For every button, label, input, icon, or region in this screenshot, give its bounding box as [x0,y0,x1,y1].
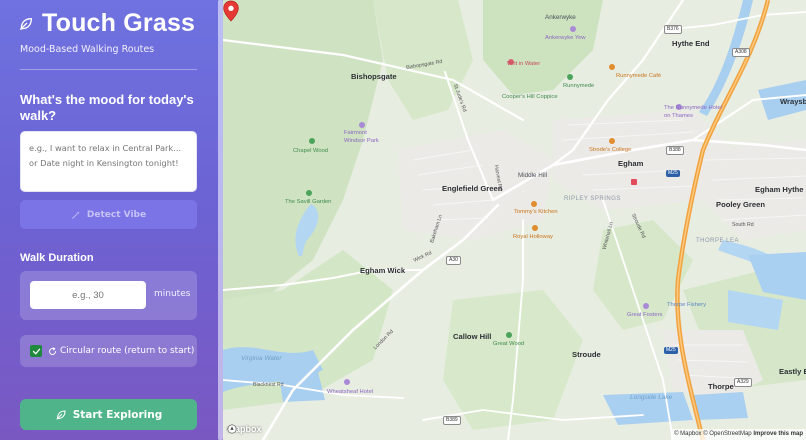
mood-input[interactable] [20,131,197,192]
road-shield: M25 [664,347,678,354]
attribution-text: © Mapbox © OpenStreetMap [674,431,752,437]
town-label: Eastly End [779,367,806,376]
road-shield: M25 [666,170,680,177]
improve-map-link[interactable]: Improve this map [753,431,803,437]
town-label: Egham Hythe [755,185,804,194]
poi-label: Wheatsheaf Hotel [327,389,374,395]
mapbox-logo[interactable]: mapbox [227,424,262,434]
tagline: Mood-Based Walking Routes [20,44,155,55]
circular-route-label: Circular route (return to start) [60,346,195,356]
area-label: Ankerwyke [545,14,576,21]
leaf-icon [20,17,32,30]
duration-input[interactable] [30,281,146,309]
town-label: Callow Hill [453,332,492,341]
poi-label: Thorpe Fishery [667,302,706,308]
road-shield: A329 [734,378,752,387]
poi-label: Runnymede [563,83,595,89]
town-label: Egham [618,159,644,168]
poi-label: Chapel Wood [293,148,329,154]
sparkle-icon [72,210,80,219]
circular-route-checkbox[interactable] [30,345,42,357]
poi-label: Great Wood [493,341,525,347]
town-label: Hythe End [672,39,710,48]
town-label: Bishopsgate [351,72,397,81]
town-label: Pooley Green [716,200,765,209]
leaf-icon [56,409,66,420]
area-label: RIPLEY SPRINGS [564,196,621,202]
duration-unit: minutes [154,289,191,299]
poi-label: The Savill Garden [285,199,332,205]
area-label: Middle Hill [518,172,548,179]
poi-label: Royal Holloway [513,234,553,240]
sidebar: Touch Grass Mood-Based Walking Routes Wh… [0,0,223,440]
water-label: Longside Lake [630,394,673,401]
poi-label: Runnymede Café [616,73,662,79]
road-name-label: South Rd [732,222,754,228]
area-label: THORPE LEA [696,238,740,244]
start-exploring-button[interactable]: Start Exploring [20,399,197,430]
town-label: Wraysbury [780,97,806,106]
town-label: Egham Wick [360,266,406,275]
circular-route-option[interactable]: Circular route (return to start) [20,335,197,367]
duration-card: minutes [20,271,197,320]
detect-vibe-button[interactable]: Detect Vibe [20,200,197,229]
town-label: Stroude [572,350,601,359]
poi-label: The Runnymede Hotel on Thames [664,105,723,119]
road-shield: A308 [732,48,750,57]
poi-label: Tommy's Kitchen [514,209,558,215]
poi-label: Ankerwyke Yew [545,35,586,41]
map[interactable]: Bishopsgate Englefield Green Egham Wick … [223,0,806,440]
refresh-icon [49,346,56,355]
check-icon [32,348,40,354]
detect-vibe-label: Detect Vibe [86,209,147,220]
road-shield: B389 [443,416,461,425]
mood-question: What's the mood for today's walk? [20,92,194,123]
poi-label: Great Fosters [627,312,663,318]
duration-label: Walk Duration [20,252,94,264]
divider [20,69,197,70]
brand: Touch Grass [18,9,195,38]
start-exploring-label: Start Exploring [72,408,163,421]
town-label: Thorpe [708,382,734,391]
mapbox-icon [227,424,237,434]
poi-label: Writ in Water [507,61,541,67]
town-label: Englefield Green [442,184,503,193]
water-label: Virginia Water [241,355,282,362]
map-attribution: © Mapbox © OpenStreetMap Improve this ma… [671,429,806,440]
road-name-label: Blacknest Rd [253,382,284,388]
poi-label: Strode's College [589,147,632,153]
poi-label: Fairmont Windsor Park [344,130,379,144]
map-pin-icon[interactable] [223,0,239,22]
road-shield: A30 [446,256,461,265]
poi-label: Cooper's Hill Coppice [502,94,558,100]
app-title: Touch Grass [42,9,196,37]
road-shield: B376 [664,25,682,34]
road-shield: B388 [666,146,684,155]
